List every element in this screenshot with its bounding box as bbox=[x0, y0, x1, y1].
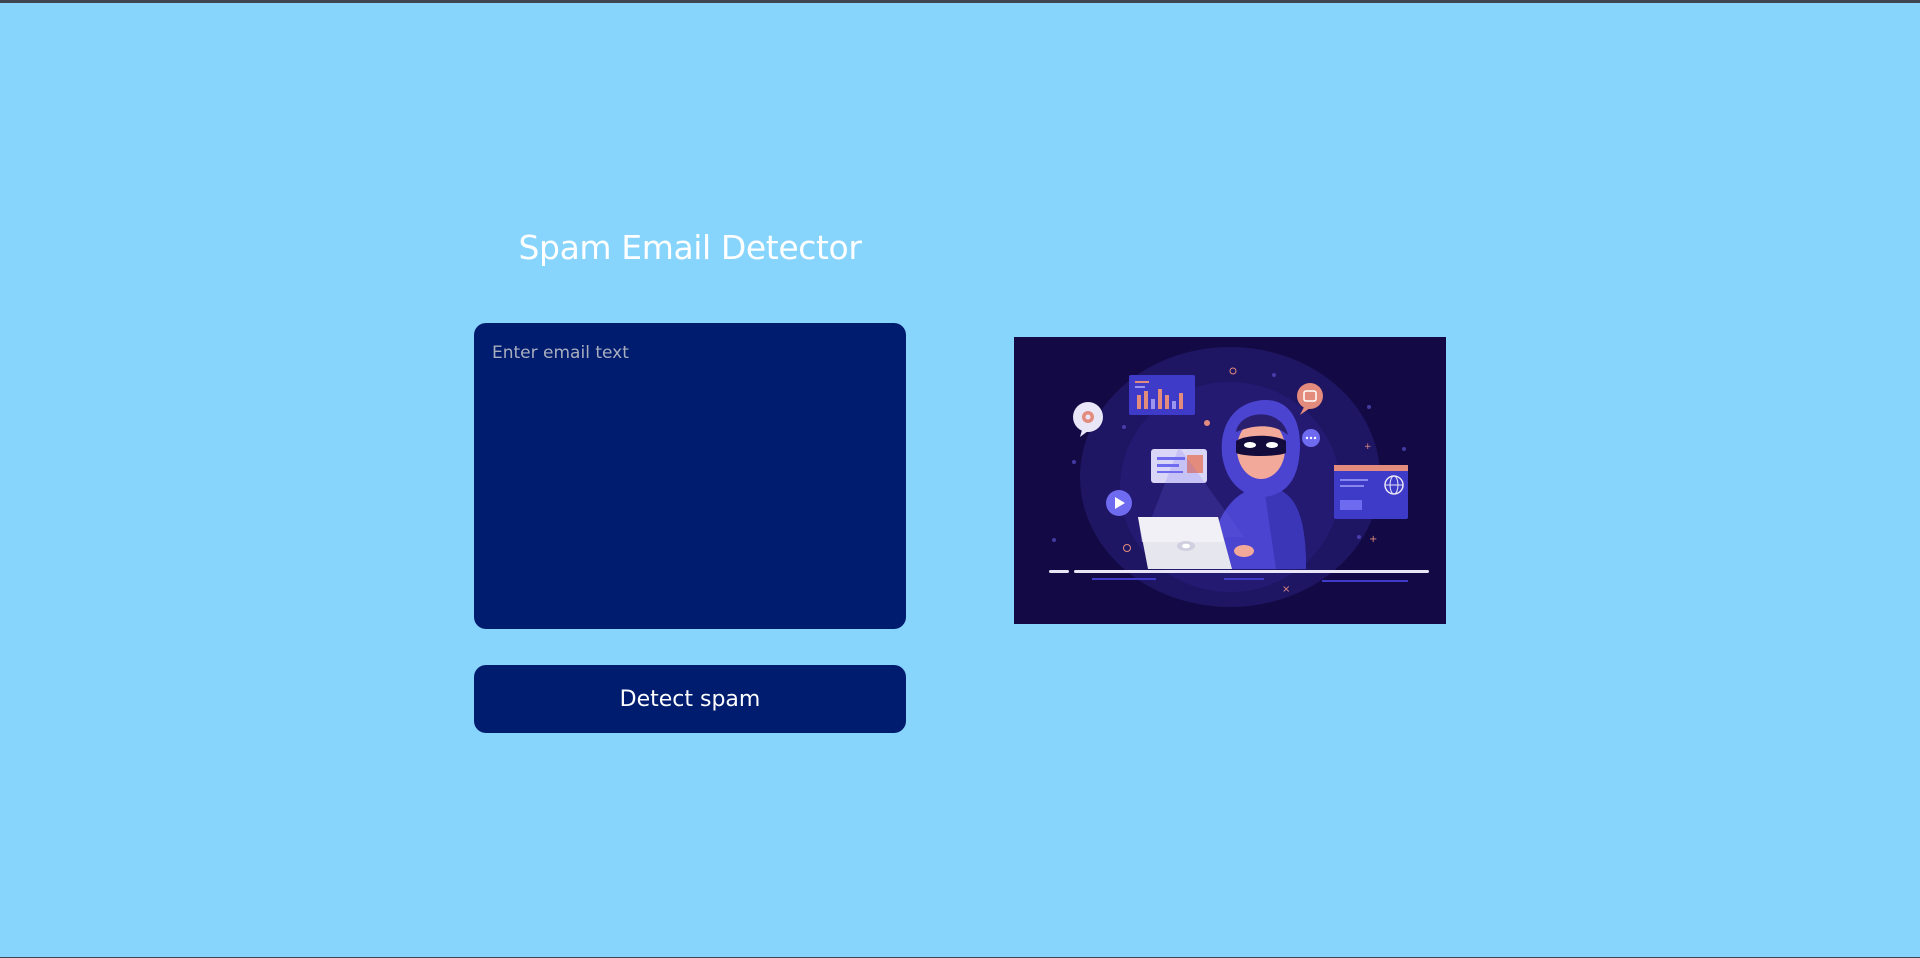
svg-text:×: × bbox=[1282, 584, 1290, 595]
bar-chart-icon bbox=[1129, 375, 1195, 415]
chat-icon bbox=[1302, 429, 1320, 447]
globe-icon bbox=[1334, 465, 1408, 519]
play-icon bbox=[1106, 490, 1132, 516]
svg-text:+: + bbox=[1369, 534, 1377, 545]
svg-text:+: + bbox=[1364, 442, 1372, 452]
detect-spam-button[interactable]: Detect spam bbox=[474, 665, 906, 733]
email-text-input[interactable] bbox=[474, 323, 906, 629]
hacker-illustration: + + × bbox=[1014, 337, 1446, 624]
laptop-icon bbox=[1138, 517, 1232, 569]
page-title: Spam Email Detector bbox=[518, 228, 862, 267]
window-top-border bbox=[0, 0, 1920, 3]
